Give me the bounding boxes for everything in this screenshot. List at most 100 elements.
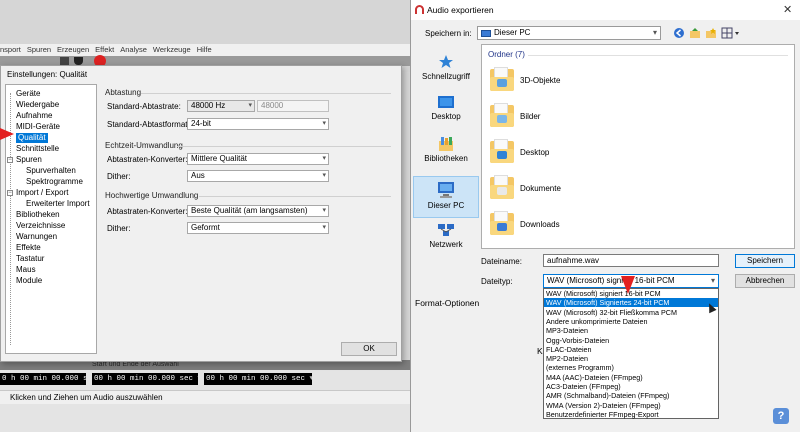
filetype-option[interactable]: WAV (Microsoft) 32-bit Fließkomma PCM [544,308,718,317]
tree-item[interactable]: Schnittstelle [16,144,59,154]
filetype-option[interactable]: Andere unkomprimierte Dateien [544,317,718,326]
tree-item[interactable]: Import / Export [16,188,68,198]
save-in-label: Speichern in: [425,29,472,38]
audacity-menubar: nsport Spuren Erzeugen Effekt Analyse We… [0,44,410,56]
folder-item[interactable]: Downloads [490,211,690,241]
filetype-option[interactable]: MP3-Dateien [544,326,718,335]
folder-list[interactable]: Ordner (7) 3D-Objekte Bilder Desktop Dok… [481,44,795,249]
tree-item[interactable]: Spuren [16,155,42,165]
tree-item[interactable]: Warnungen [16,232,57,242]
rt-converter-label: Abtastraten-Konverter: [107,155,188,164]
hq-dither-select[interactable]: Geformt ▾ [187,222,329,234]
hq-converter-select[interactable]: Beste Qualität (am langsamsten) ▾ [187,205,329,217]
folder-group-header: Ordner (7) [488,50,525,59]
back-icon[interactable] [673,27,685,39]
tree-item[interactable]: Spektrogramme [26,177,83,187]
menu-item-tools[interactable]: Werkzeuge [153,44,191,56]
selection-toolbar: Start und Ende der Auswahl 0 h 00 min 00… [0,360,410,432]
tree-item[interactable]: MIDI-Geräte [16,122,60,132]
red-arrow-pointer-down [621,276,635,294]
up-folder-icon[interactable] [689,27,701,39]
tree-item[interactable]: Maus [16,265,36,275]
menu-item-transport[interactable]: nsport [0,44,21,56]
place-desktop[interactable]: Desktop [413,96,479,121]
filetype-option[interactable]: WAV (Microsoft) Signiertes 24-bit PCM [544,298,718,308]
filetype-option[interactable]: AC3-Dateien (FFmpeg) [544,382,718,391]
folder-desktop-icon [490,139,514,163]
place-libraries[interactable]: Bibliotheken [413,136,479,163]
tree-item[interactable]: Qualität [16,133,48,143]
tree-collapse-icon[interactable]: − [7,190,13,196]
filetype-option[interactable]: WMA (Version 2)-Dateien (FFmpeg) [544,401,718,410]
preferences-tree[interactable]: Geräte Wiedergabe Aufnahme MIDI-Geräte Quali… [5,84,97,354]
filetype-option[interactable]: Benutzerdefinierter FFmpeg-Export [544,410,718,419]
filetype-dropdown-list[interactable]: WAV (Microsoft) signiert 16-bit PCM WAV (… [543,288,719,419]
new-folder-icon[interactable] [705,27,717,39]
tree-item[interactable]: Erweiterter Import [26,199,90,209]
tree-item[interactable]: Tastatur [16,254,44,264]
group-hq-label: Hochwertige Umwandlung [105,191,199,200]
sample-rate-custom-field[interactable]: 48000 [257,100,329,112]
filename-input[interactable]: aufnahme.wav [543,254,719,267]
computer-icon [481,30,491,37]
sample-format-select[interactable]: 24-bit ▾ [187,118,329,130]
tree-item[interactable]: Spurverhalten [26,166,76,176]
rt-dither-select[interactable]: Aus ▾ [187,170,329,182]
cancel-button[interactable]: Abbrechen [735,274,795,288]
time-field-position[interactable]: 0 h 00 min 00.000 sec ▾ [0,373,86,385]
filetype-option[interactable]: (externes Programm) [544,363,718,372]
status-bar: Klicken und Ziehen um Audio auszuwählen [0,390,410,404]
folder-item[interactable]: Desktop [490,139,690,169]
folder-downloads-icon [490,211,514,235]
tree-item[interactable]: Verzeichnisse [16,221,65,231]
format-options-label: Format-Optionen [415,298,480,308]
menu-item-tracks[interactable]: Spuren [27,44,51,56]
place-this-pc[interactable]: Dieser PC [413,176,479,218]
sample-rate-label: Standard-Abtastrate: [107,102,181,111]
folder-item[interactable]: Bilder [490,103,690,133]
sample-rate-select[interactable]: 48000 Hz ▾ [187,100,255,112]
tree-item[interactable]: Geräte [16,89,40,99]
filename-label: Dateiname: [481,257,522,266]
time-field-end[interactable]: 00 h 00 min 00.000 sec ▾ [204,373,312,385]
tree-collapse-icon[interactable]: − [7,157,13,163]
folder-3d-icon [490,67,514,91]
save-in-select[interactable]: Dieser PC ▾ [477,26,661,40]
toolbar-grip-icon[interactable] [60,57,69,65]
tree-item[interactable]: Bibliotheken [16,210,60,220]
red-arrow-pointer [0,128,14,140]
selection-band-label: Start und Ende der Auswahl [92,361,179,368]
tree-item[interactable]: Module [16,276,42,286]
close-icon[interactable]: ✕ [783,3,792,16]
menu-item-generate[interactable]: Erzeugen [57,44,89,56]
filetype-option[interactable]: FLAC-Dateien [544,345,718,354]
group-realtime-label: Echtzeit-Umwandlung [105,141,183,150]
star-icon [439,55,453,68]
rt-converter-select[interactable]: Mittlere Qualität ▾ [187,153,329,165]
folder-item[interactable]: 3D-Objekte [490,67,690,97]
filetype-option[interactable]: AMR (Schmalband)-Dateien (FFmpeg) [544,391,718,400]
export-title: Audio exportieren [427,5,494,15]
dropdown-triangle-icon[interactable] [74,57,83,65]
tree-item[interactable]: Aufnahme [16,111,52,121]
save-button[interactable]: Speichern [735,254,795,268]
view-menu-icon[interactable] [721,27,741,39]
filetype-option[interactable]: MP2-Dateien [544,354,718,363]
menu-item-help[interactable]: Hilfe [197,44,212,56]
format-options-partial-text: K [537,346,543,356]
time-field-start[interactable]: 00 h 00 min 00.000 sec ▾ [92,373,198,385]
tree-item[interactable]: Effekte [16,243,41,253]
tree-item[interactable]: Wiedergabe [16,100,59,110]
export-titlebar: Audio exportieren ✕ [411,0,800,20]
help-icon[interactable]: ? [773,408,789,424]
sample-format-label: Standard-Abtastformat: [107,120,190,129]
folder-item[interactable]: Dokumente [490,175,690,205]
filetype-option[interactable]: M4A (AAC)-Dateien (FFmpeg) [544,373,718,382]
menu-item-analyze[interactable]: Analyse [120,44,147,56]
audacity-window: nsport Spuren Erzeugen Effekt Analyse We… [0,0,410,432]
place-network[interactable]: Netzwerk [413,222,479,249]
filetype-option[interactable]: Ogg-Vorbis-Dateien [544,336,718,345]
place-quick-access[interactable]: Schnellzugriff [413,54,479,81]
network-icon [438,224,454,236]
ok-button[interactable]: OK [341,342,397,356]
